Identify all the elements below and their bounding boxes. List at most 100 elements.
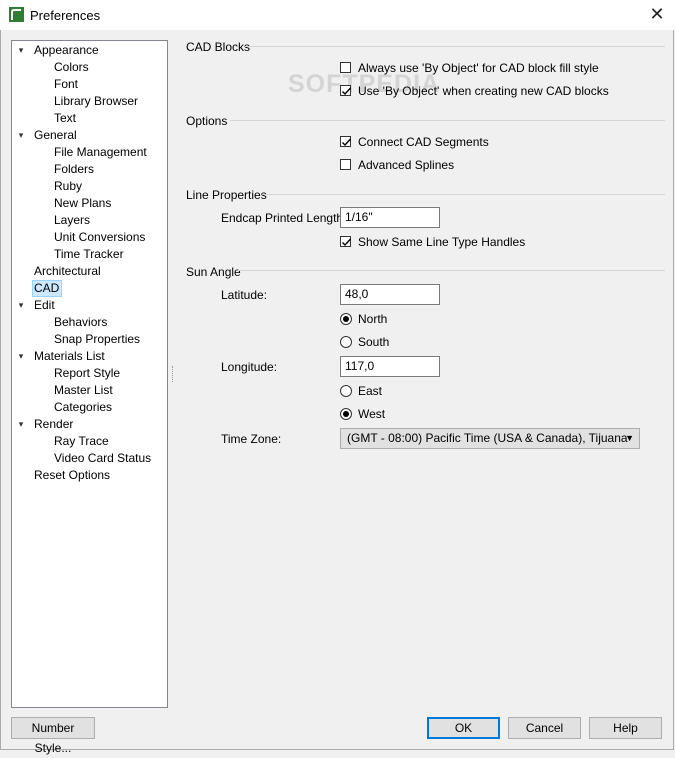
tree-item-label: Categories bbox=[54, 400, 113, 414]
west-label[interactable]: West bbox=[358, 407, 385, 421]
cancel-button[interactable]: Cancel bbox=[508, 717, 581, 739]
north-label[interactable]: North bbox=[358, 312, 387, 326]
tree-item-report-style[interactable]: Report Style bbox=[54, 365, 120, 382]
connect-cad-segments-checkbox[interactable] bbox=[340, 136, 352, 147]
advanced-splines-label[interactable]: Advanced Splines bbox=[358, 158, 454, 172]
tree-item-label: Behaviors bbox=[54, 315, 108, 329]
tree-item-label: Appearance bbox=[34, 43, 99, 57]
show-line-type-handles-checkbox[interactable] bbox=[340, 236, 352, 247]
tree-item-file-management[interactable]: File Management bbox=[54, 144, 147, 161]
longitude-label: Longitude: bbox=[221, 360, 278, 374]
tree-item-label: Render bbox=[34, 417, 74, 431]
tree-item-master-list[interactable]: Master List bbox=[54, 382, 113, 399]
tree-item-label: Materials List bbox=[34, 349, 105, 363]
tree-item-label: Library Browser bbox=[54, 94, 139, 108]
tree-item-font[interactable]: Font bbox=[54, 76, 78, 93]
tree-item-label: Architectural bbox=[34, 264, 101, 278]
tree-item-label: Time Tracker bbox=[54, 247, 124, 261]
section-divider bbox=[245, 46, 665, 47]
endcap-length-input[interactable]: 1/16" bbox=[340, 207, 440, 228]
endcap-length-label: Endcap Printed Length: bbox=[221, 211, 347, 225]
north-radio[interactable] bbox=[340, 313, 352, 325]
connect-cad-segments-label[interactable]: Connect CAD Segments bbox=[358, 135, 489, 149]
checkmark-icon bbox=[342, 238, 352, 247]
tree-item-label: Colors bbox=[54, 60, 89, 74]
tree-item-edit[interactable]: Edit bbox=[34, 297, 55, 314]
title-bar: Preferences ✕ bbox=[0, 0, 675, 30]
tree-item-general[interactable]: General bbox=[34, 127, 77, 144]
splitter-handle[interactable] bbox=[172, 366, 175, 382]
advanced-splines-checkbox[interactable] bbox=[340, 159, 351, 170]
tree-item-label: CAD bbox=[34, 281, 60, 295]
tree-item-label: Layers bbox=[54, 213, 91, 227]
tree-item-folders[interactable]: Folders bbox=[54, 161, 94, 178]
section-divider bbox=[238, 270, 665, 271]
tree-item-label: Font bbox=[54, 77, 79, 91]
tree-item-unit-conversions[interactable]: Unit Conversions bbox=[54, 229, 145, 246]
section-title-options: Options bbox=[186, 114, 228, 128]
east-radio[interactable] bbox=[340, 385, 352, 397]
tree-item-video-card-status[interactable]: Video Card Status bbox=[54, 450, 151, 467]
always-by-object-checkbox[interactable] bbox=[340, 62, 351, 73]
east-label[interactable]: East bbox=[358, 384, 382, 398]
collapse-chevron-icon[interactable]: ▾ bbox=[16, 348, 26, 365]
time-zone-label: Time Zone: bbox=[221, 432, 282, 446]
close-icon[interactable]: ✕ bbox=[647, 4, 667, 24]
dropdown-arrow-icon: ▼ bbox=[625, 433, 634, 443]
tree-item-label: Folders bbox=[54, 162, 95, 176]
section-title-line-properties: Line Properties bbox=[186, 188, 267, 202]
west-radio[interactable] bbox=[340, 408, 352, 420]
tree-item-render[interactable]: Render bbox=[34, 416, 73, 433]
collapse-chevron-icon[interactable]: ▾ bbox=[16, 297, 26, 314]
south-label[interactable]: South bbox=[358, 335, 389, 349]
use-by-object-label[interactable]: Use 'By Object' when creating new CAD bl… bbox=[358, 84, 609, 98]
tree-item-new-plans[interactable]: New Plans bbox=[54, 195, 111, 212]
checkmark-icon bbox=[342, 138, 352, 147]
tree-item-label: Ruby bbox=[54, 179, 83, 193]
number-style-button[interactable]: Number Style... bbox=[11, 717, 95, 755]
latitude-input[interactable]: 48,0 bbox=[340, 284, 440, 305]
tree-item-label: Ray Trace bbox=[54, 434, 109, 448]
help-button[interactable]: Help bbox=[589, 717, 662, 739]
checkmark-icon bbox=[342, 87, 352, 96]
tree-item-categories[interactable]: Categories bbox=[54, 399, 112, 416]
tree-item-layers[interactable]: Layers bbox=[54, 212, 90, 229]
collapse-chevron-icon[interactable]: ▾ bbox=[16, 127, 26, 144]
tree-item-time-tracker[interactable]: Time Tracker bbox=[54, 246, 124, 263]
always-by-object-label[interactable]: Always use 'By Object' for CAD block fil… bbox=[358, 61, 599, 75]
tree-item-label: Edit bbox=[34, 298, 55, 312]
tree-item-appearance[interactable]: Appearance bbox=[34, 42, 99, 59]
tree-item-behaviors[interactable]: Behaviors bbox=[54, 314, 107, 331]
window-title: Preferences bbox=[30, 8, 101, 23]
ok-button[interactable]: OK bbox=[427, 717, 500, 739]
time-zone-value: (GMT - 08:00) Pacific Time (USA & Canada… bbox=[347, 431, 628, 445]
use-by-object-checkbox[interactable] bbox=[340, 85, 352, 96]
tree-item-snap-properties[interactable]: Snap Properties bbox=[54, 331, 140, 348]
tree-item-text[interactable]: Text bbox=[54, 110, 76, 127]
section-title-cad-blocks: CAD Blocks bbox=[186, 40, 251, 54]
south-radio[interactable] bbox=[340, 336, 352, 348]
collapse-chevron-icon[interactable]: ▾ bbox=[16, 42, 26, 59]
time-zone-select[interactable]: (GMT - 08:00) Pacific Time (USA & Canada… bbox=[340, 428, 640, 449]
tree-item-colors[interactable]: Colors bbox=[54, 59, 89, 76]
tree-item-label: File Management bbox=[54, 145, 147, 159]
tree-item-reset-options[interactable]: Reset Options bbox=[34, 467, 110, 484]
longitude-input[interactable]: 117,0 bbox=[340, 356, 440, 377]
show-line-type-handles-label[interactable]: Show Same Line Type Handles bbox=[358, 235, 525, 249]
tree-item-cad[interactable]: CAD bbox=[32, 280, 63, 297]
tree-item-ruby[interactable]: Ruby bbox=[54, 178, 82, 195]
tree-item-label: Video Card Status bbox=[54, 451, 152, 465]
tree-item-label: Master List bbox=[54, 383, 113, 397]
tree-item-ray-trace[interactable]: Ray Trace bbox=[54, 433, 109, 450]
tree-item-label: General bbox=[34, 128, 77, 142]
tree-item-architectural[interactable]: Architectural bbox=[34, 263, 101, 280]
tree-item-library-browser[interactable]: Library Browser bbox=[54, 93, 138, 110]
tree-item-label: New Plans bbox=[54, 196, 112, 210]
tree-item-label: Snap Properties bbox=[54, 332, 141, 346]
collapse-chevron-icon[interactable]: ▾ bbox=[16, 416, 26, 433]
preferences-tree[interactable]: Appearance ▾ Colors Font Library Browser Text… bbox=[11, 40, 168, 708]
section-divider bbox=[262, 194, 665, 195]
latitude-label: Latitude: bbox=[221, 288, 268, 302]
tree-item-materials-list[interactable]: Materials List bbox=[34, 348, 105, 365]
section-title-sun-angle: Sun Angle bbox=[186, 265, 241, 279]
